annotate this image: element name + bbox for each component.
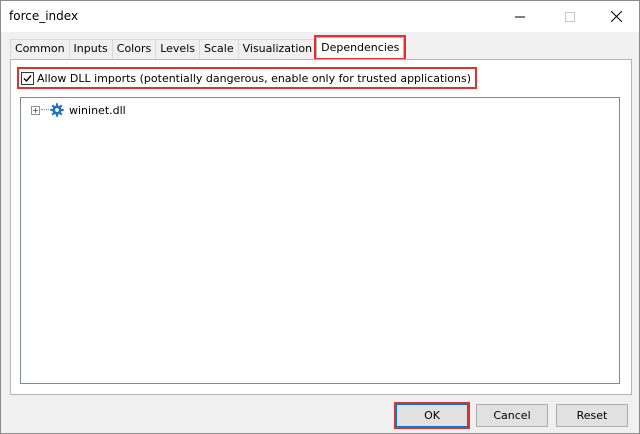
tab-visualization[interactable]: Visualization	[237, 39, 318, 58]
gear-icon	[50, 103, 64, 117]
allow-dll-label: Allow DLL imports (potentially dangerous…	[37, 71, 472, 85]
maximize-icon	[565, 11, 575, 22]
dependency-tree[interactable]: + wininet.dll	[20, 97, 620, 384]
tab-levels[interactable]: Levels	[155, 39, 200, 58]
reset-button[interactable]: Reset	[556, 404, 628, 427]
window-title: force_index	[9, 9, 79, 23]
tab-dependencies[interactable]: Dependencies	[314, 35, 407, 60]
dialog-window: force_index Common Inputs Colors Levels …	[0, 0, 640, 434]
tree-node[interactable]: + wininet.dll	[31, 102, 126, 118]
close-icon	[610, 11, 622, 22]
ok-button[interactable]: OK	[394, 402, 470, 429]
minimize-button[interactable]	[497, 1, 543, 32]
tab-inputs[interactable]: Inputs	[68, 39, 113, 58]
tab-colors[interactable]: Colors	[111, 39, 157, 58]
dependencies-panel: Allow DLL imports (potentially dangerous…	[10, 59, 632, 395]
tree-node-label: wininet.dll	[69, 103, 126, 117]
close-button[interactable]	[593, 1, 639, 32]
tree-connector	[41, 109, 49, 111]
maximize-button	[547, 1, 593, 32]
tab-common[interactable]: Common	[10, 39, 70, 58]
tab-scale[interactable]: Scale	[199, 39, 239, 58]
minimize-icon	[515, 16, 525, 17]
tab-strip: Common Inputs Colors Levels Scale Visual…	[10, 35, 407, 60]
cancel-button[interactable]: Cancel	[476, 404, 548, 427]
title-bar: force_index	[1, 1, 639, 32]
allow-dll-checkbox[interactable]: Allow DLL imports (potentially dangerous…	[16, 67, 478, 89]
checkmark-icon	[23, 74, 32, 82]
checkbox-box[interactable]	[21, 71, 34, 85]
expand-icon[interactable]: +	[31, 105, 40, 115]
